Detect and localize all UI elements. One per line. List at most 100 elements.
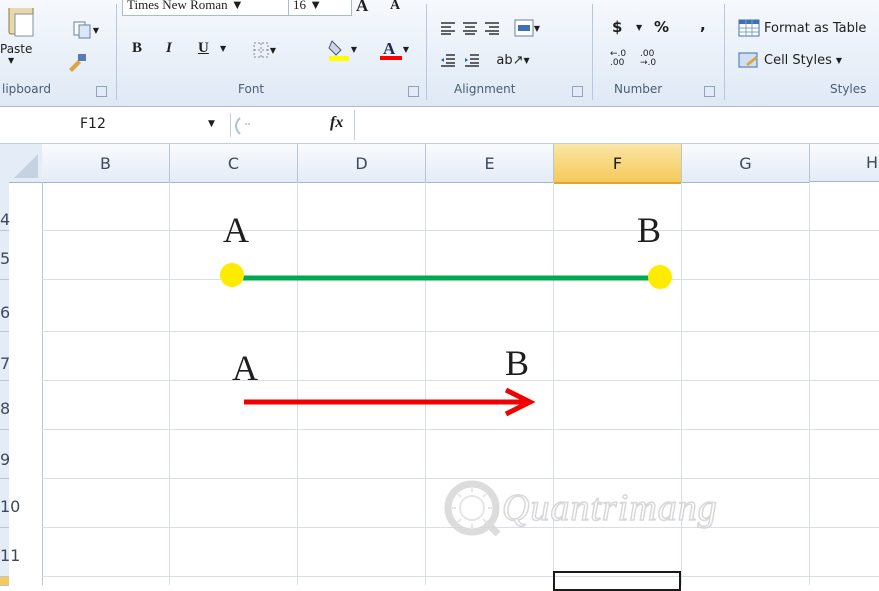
grid-line [809,182,810,585]
worksheet-grid[interactable]: B C D E F G H 4 5 6 7 8 9 10 11 [0,144,879,591]
clipboard-launcher-icon[interactable] [96,86,107,97]
select-all-triangle-icon [14,154,38,178]
grow-font-button[interactable]: A [356,0,368,16]
segment-ab-shape[interactable] [215,260,680,294]
borders-button[interactable]: ▼ [244,40,284,60]
column-label: C [227,153,240,173]
styles-group-label: Styles [830,82,867,96]
number-group-label: Number [614,82,663,96]
fill-color-button[interactable]: ▼ [322,36,362,62]
copy-button[interactable]: ▼ [66,18,106,42]
format-painter-button[interactable] [62,50,92,74]
formula-bar-resize-icon[interactable] [230,116,256,136]
underline-button[interactable]: U [198,40,209,57]
row-label: 7 [0,354,11,373]
font-name-box[interactable]: Times New Roman ▼ [122,0,292,16]
shrink-font-button[interactable]: A [390,0,400,14]
currency-button[interactable]: $ [612,18,622,36]
comma-button[interactable]: , [700,16,706,34]
format-as-table-icon [738,19,760,37]
merge-center-icon [514,19,534,37]
row-header-9[interactable]: 9 [0,430,11,479]
align-center-button[interactable] [460,18,480,38]
row-label: 9 [0,450,11,469]
vector-ab-arrow[interactable] [240,386,540,418]
row-header-6[interactable]: 6 [0,280,10,332]
italic-button[interactable]: I [166,40,172,57]
ribbon: Paste ▼ ▼ lipboard Times New Roman ▼ 16 … [0,0,879,107]
svg-text:A: A [383,39,396,58]
insert-function-button[interactable]: fx [330,114,343,132]
format-painter-icon [69,54,86,72]
row-header-5[interactable]: 5 [0,231,10,280]
row-header-7[interactable]: 7 [0,332,11,381]
merge-center-button[interactable]: ▼ [508,16,546,40]
column-label: H [866,153,879,172]
segment-label-b: B [637,210,662,250]
column-header-b[interactable]: B [42,144,170,183]
paste-icon [8,7,34,36]
decrease-indent-button[interactable] [438,50,458,70]
increase-decimal-button[interactable]: ←.0 .00 [610,50,632,68]
column-header-c[interactable]: C [170,144,298,183]
chevron-down-icon: ▼ [8,55,15,65]
bold-button[interactable]: B [132,40,142,57]
column-header-e[interactable]: E [426,144,554,183]
align-right-button[interactable] [482,18,502,38]
group-divider [724,4,725,100]
chevron-down-icon[interactable]: ▼ [208,119,215,129]
cell-styles-button[interactable]: Cell Styles ▼ [738,48,842,72]
row-header-11[interactable]: 11 [0,528,20,577]
percent-button[interactable]: % [654,18,669,36]
orientation-button[interactable]: ab↗ ▼ [494,50,532,70]
chevron-down-icon[interactable]: ▼ [220,44,226,53]
grid-line [425,182,426,585]
grid-line [42,576,879,577]
font-color-button[interactable]: A ▼ [372,36,416,62]
column-header-f[interactable]: F [554,144,682,184]
align-left-button[interactable] [438,18,458,38]
cell-styles-label: Cell Styles [764,52,832,68]
paste-button[interactable]: Paste ▼ [0,0,44,72]
decrease-decimal-button[interactable]: .00 →.0 [640,50,664,68]
select-all-corner[interactable] [0,144,43,183]
number-launcher-icon[interactable] [704,86,715,97]
increase-indent-icon [465,54,479,67]
vector-label-a: A [232,348,258,388]
decrease-indent-icon [441,54,455,67]
font-size-box[interactable]: 16 ▼ [288,0,352,16]
column-label: G [739,153,752,173]
watermark: Quantrimang [442,478,718,538]
align-left-icon [441,22,455,35]
point-b-marker [648,265,672,289]
column-header-h[interactable]: H [810,144,879,182]
font-color-icon: A [379,39,402,60]
increase-indent-button[interactable] [462,50,482,70]
grid-line [169,182,170,585]
group-divider [426,4,427,100]
active-cell-f12[interactable] [553,571,681,591]
chevron-down-icon: ▼ [92,25,100,35]
column-label: F [612,153,623,173]
name-box[interactable]: F12 ▼ [0,113,231,137]
font-launcher-icon[interactable] [408,86,419,97]
alignment-launcher-icon[interactable] [572,86,583,97]
column-header-g[interactable]: G [682,144,810,183]
row-label: 11 [0,546,21,565]
alignment-group-label: Alignment [454,82,516,96]
formula-input[interactable] [354,110,879,140]
chevron-down-icon[interactable]: ▼ [636,23,642,32]
group-divider [592,4,593,100]
row-header-10[interactable]: 10 [0,479,20,528]
grid-line [42,182,43,585]
watermark-logo-icon [444,480,501,537]
format-as-table-button[interactable]: Format as Table [738,16,866,40]
row-header-8[interactable]: 8 [0,381,10,430]
column-header-d[interactable]: D [298,144,426,183]
chevron-down-icon: ▼ [269,45,277,55]
font-group-label: Font [238,82,265,96]
row-header-4[interactable]: 4 [0,182,10,231]
paste-label: Paste [0,41,33,56]
clipboard-group-label: lipboard [2,82,51,96]
borders-icon [253,42,269,58]
